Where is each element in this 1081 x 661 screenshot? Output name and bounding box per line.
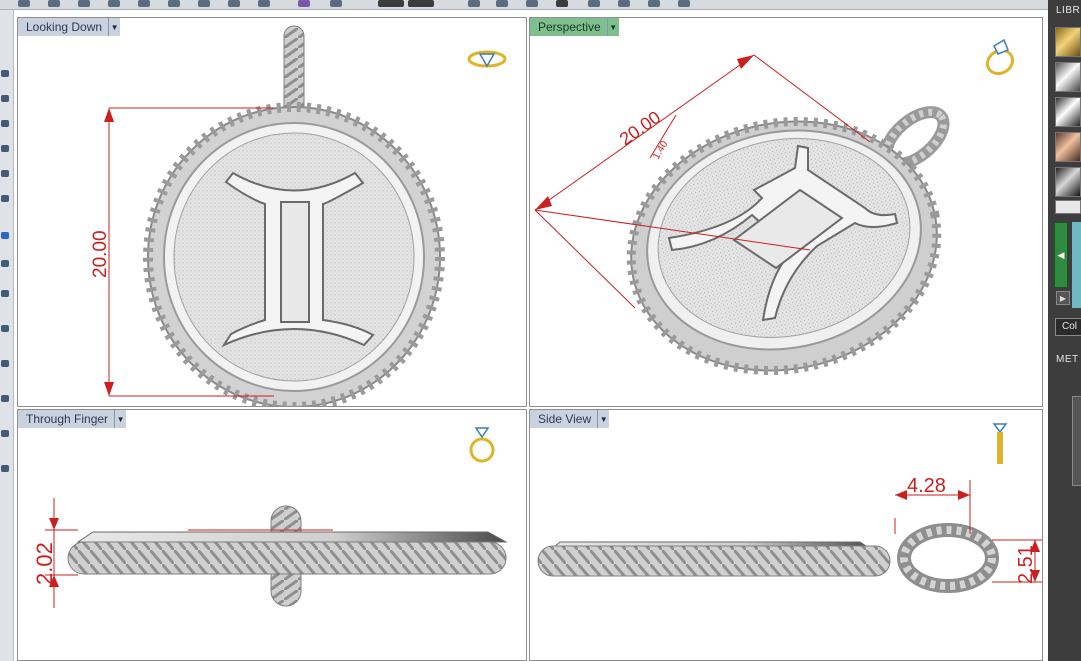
panel-collapse-icon[interactable]: ◀: [1054, 222, 1068, 288]
material-swatch-white[interactable]: [1055, 200, 1081, 214]
left-tool-icon[interactable]: [1, 195, 9, 202]
panel-preview: [1072, 222, 1081, 308]
toolbar-tool-icon[interactable]: [330, 0, 342, 7]
metal-label: MET: [1056, 354, 1079, 365]
viewport-through-finger[interactable]: Through Finger ▼ 2.02: [17, 409, 527, 661]
left-tool-icon[interactable]: [1, 120, 9, 127]
viewport-title-bar[interactable]: Side View ▼: [530, 410, 610, 428]
left-tool-icon[interactable]: [1, 232, 9, 239]
viewport-title: Side View: [530, 410, 598, 428]
ring-through-finger-icon: [469, 427, 495, 463]
toolbar-tool-icon[interactable]: [618, 0, 630, 7]
side-view-scene: 4.28 2.51: [537, 475, 1042, 593]
perspective-small-dimension-label: 1.40: [651, 139, 670, 162]
chevron-down-icon[interactable]: ▼: [108, 18, 121, 36]
toolbar-tool-icon[interactable]: [556, 0, 568, 7]
viewport-title: Perspective: [530, 18, 607, 36]
front-view-scene: 2.02: [32, 498, 508, 608]
left-tool-icon[interactable]: [1, 95, 9, 102]
ring-perspective-icon: [985, 38, 1015, 76]
viewport-perspective[interactable]: Perspective ▼ 20.00 1.40: [529, 17, 1043, 407]
chevron-down-icon[interactable]: ▼: [114, 410, 127, 428]
toolbar-tool-icon[interactable]: [108, 0, 120, 7]
toolbar-tool-icon[interactable]: [678, 0, 690, 7]
chevron-down-icon[interactable]: ▼: [597, 410, 610, 428]
viewport-title: Looking Down: [18, 18, 109, 36]
left-tool-icon[interactable]: [1, 290, 9, 297]
toolbar-tool-icon[interactable]: [468, 0, 480, 7]
perspective-dimension-label: 20.00: [616, 107, 664, 149]
toolbar-tool-icon[interactable]: [496, 0, 508, 7]
left-toolbar: [0, 10, 14, 661]
left-tool-icon[interactable]: [1, 465, 9, 472]
toolbar-tool-icon[interactable]: [526, 0, 538, 7]
toolbar-tool-icon[interactable]: [408, 0, 434, 7]
top-dimension-label: 20.00: [90, 230, 111, 278]
toolbar-tool-icon[interactable]: [198, 0, 210, 7]
left-tool-icon[interactable]: [1, 170, 9, 177]
left-tool-icon[interactable]: [1, 70, 9, 77]
left-tool-icon[interactable]: [1, 395, 9, 402]
toolbar-tool-icon[interactable]: [378, 0, 404, 7]
color-button[interactable]: Col: [1055, 318, 1081, 336]
viewport-title-bar[interactable]: Through Finger ▼: [18, 410, 127, 428]
ring-top-view-icon: [467, 50, 507, 68]
chevron-down-icon[interactable]: ▼: [606, 18, 619, 36]
viewport-title-bar[interactable]: Looking Down ▼: [18, 18, 121, 36]
viewport-looking-down[interactable]: Looking Down ▼ 20.00: [17, 17, 527, 407]
left-tool-icon[interactable]: [1, 260, 9, 267]
side-width-dimension-label: 4.28: [907, 475, 946, 497]
toolbar-tool-icon[interactable]: [168, 0, 180, 7]
main-toolbar: [0, 0, 1048, 10]
material-swatch-silver[interactable]: [1055, 62, 1081, 92]
material-swatch-rose[interactable]: [1055, 132, 1081, 162]
ring-side-view-icon: [992, 423, 1008, 464]
toolbar-tool-icon[interactable]: [18, 0, 30, 7]
perspective-scene: 20.00 1.40: [534, 54, 950, 375]
viewport-side-view[interactable]: Side View ▼ 4.28 2.51: [529, 409, 1043, 661]
metal-list[interactable]: [1072, 396, 1081, 486]
toolbar-tool-icon[interactable]: [78, 0, 90, 7]
material-swatch-gold[interactable]: [1055, 27, 1081, 57]
top-view-scene: 20.00: [90, 25, 445, 406]
play-icon[interactable]: ▶: [1056, 291, 1070, 305]
library-panel: LIBR ◀ ▶ Col MET: [1048, 0, 1081, 661]
toolbar-tool-icon[interactable]: [588, 0, 600, 7]
left-tool-icon[interactable]: [1, 145, 9, 152]
toolbar-tool-icon[interactable]: [648, 0, 660, 7]
material-swatch-steel[interactable]: [1055, 167, 1081, 197]
left-tool-icon[interactable]: [1, 325, 9, 332]
viewport-title-bar[interactable]: Perspective ▼: [530, 18, 619, 36]
front-dimension-label: 2.02: [32, 542, 57, 585]
side-height-dimension-label: 2.51: [1015, 545, 1037, 584]
toolbar-tool-icon[interactable]: [228, 0, 240, 7]
library-label: LIBR: [1056, 5, 1081, 16]
toolbar-tool-icon[interactable]: [298, 0, 310, 7]
left-tool-icon[interactable]: [1, 360, 9, 367]
left-tool-icon[interactable]: [1, 430, 9, 437]
material-swatch-platinum[interactable]: [1055, 97, 1081, 127]
toolbar-tool-icon[interactable]: [138, 0, 150, 7]
viewport-title: Through Finger: [18, 410, 115, 428]
toolbar-tool-icon[interactable]: [258, 0, 270, 7]
toolbar-tool-icon[interactable]: [48, 0, 60, 7]
